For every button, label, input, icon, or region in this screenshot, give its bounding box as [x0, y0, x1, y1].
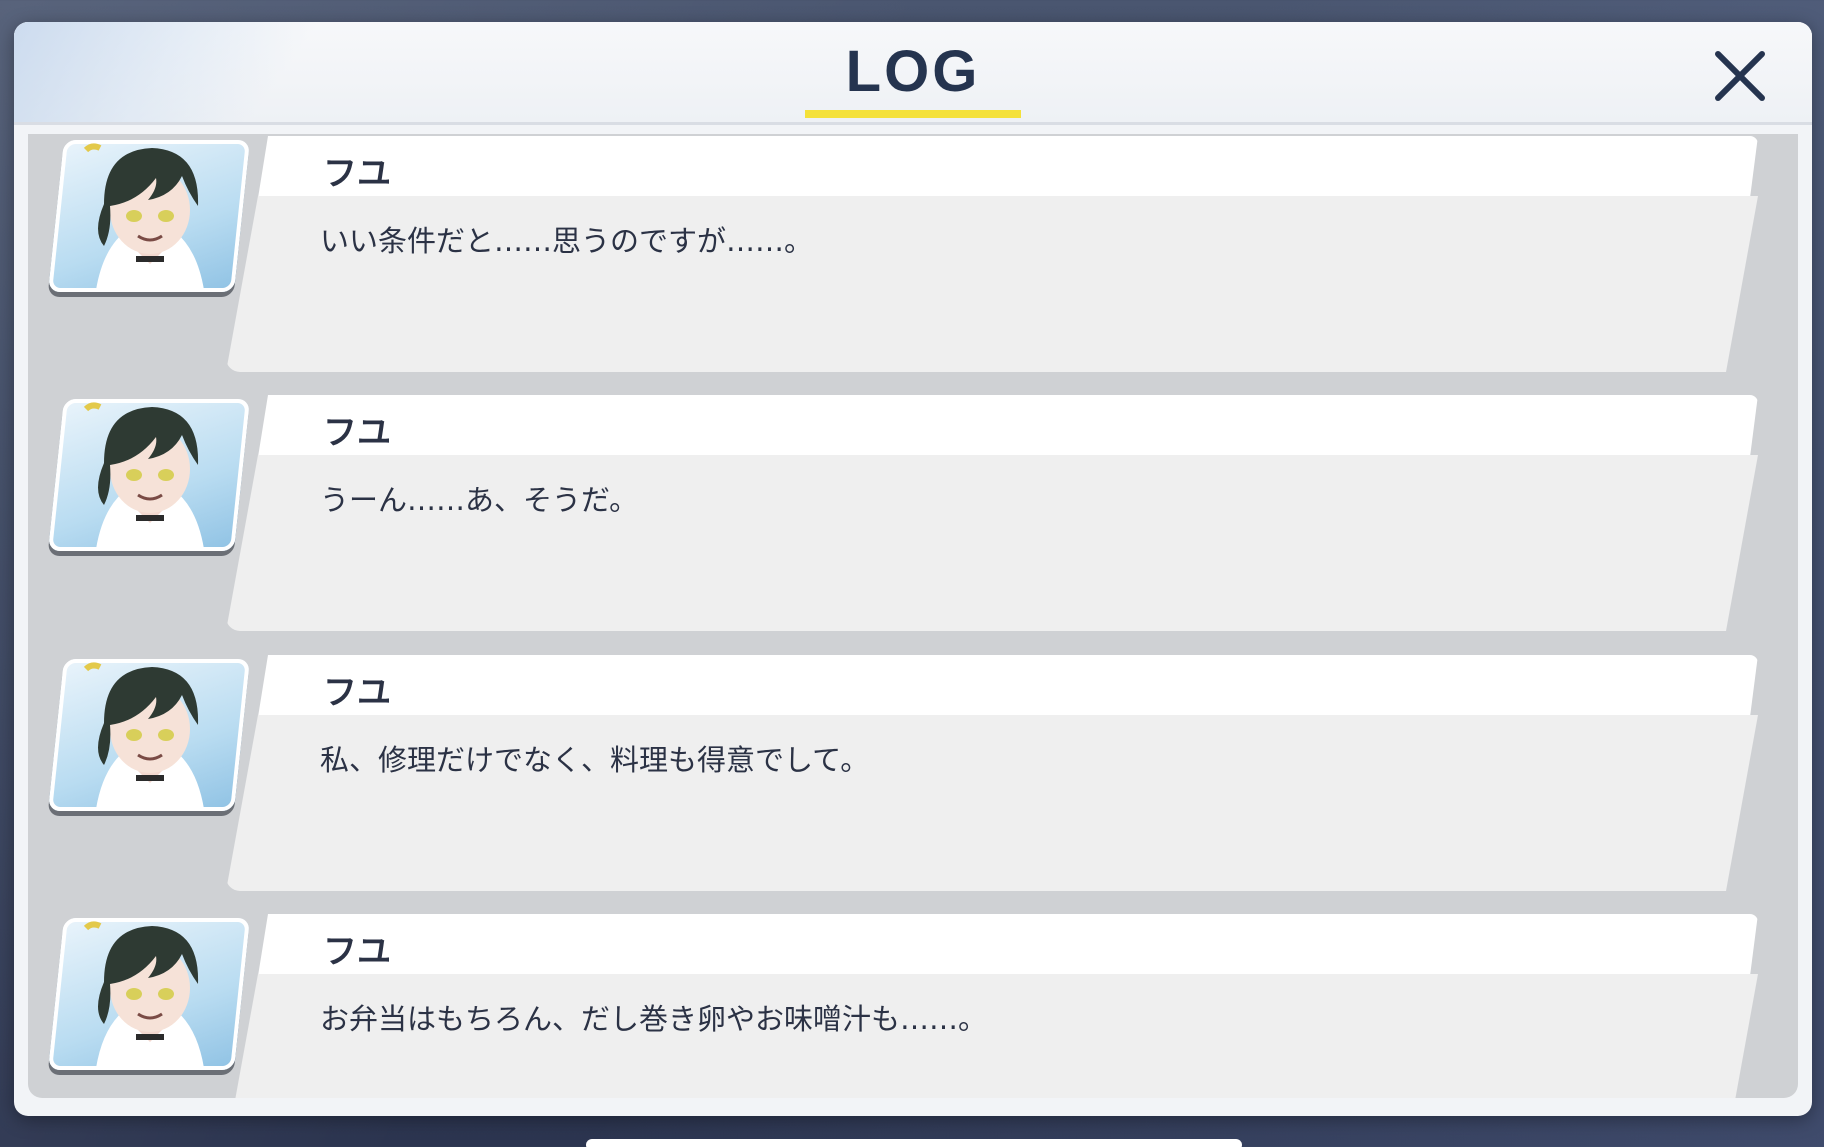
bubble-pointer — [260, 733, 282, 777]
bubble-pointer — [260, 473, 282, 517]
log-list[interactable]: フユ いい条件だと……思うのですが……。 フユ うーん……あ、そうだ。 フユ 私… — [28, 134, 1798, 1098]
log-entry: フユ うーん……あ、そうだ。 — [28, 393, 1798, 633]
speaker-name: フユ — [323, 932, 391, 972]
title-underline — [805, 110, 1021, 118]
speaker-name: フユ — [323, 154, 391, 194]
home-indicator[interactable] — [586, 1139, 1242, 1147]
character-portrait-icon — [83, 662, 204, 809]
avatar[interactable] — [48, 659, 250, 811]
message-text: うーん……あ、そうだ。 — [320, 483, 639, 517]
speaker-name-box — [258, 395, 1758, 457]
character-portrait-icon — [83, 402, 204, 549]
log-entry: フユ いい条件だと……思うのですが……。 — [28, 134, 1798, 374]
speaker-name-box — [258, 914, 1758, 976]
close-icon — [1715, 51, 1765, 101]
dialog-title: LOG — [845, 39, 981, 104]
avatar[interactable] — [48, 399, 250, 551]
log-entry: フユ 私、修理だけでなく、料理も得意でして。 — [28, 653, 1798, 893]
message-text: お弁当はもちろん、だし巻き卵やお味噌汁も……。 — [320, 1002, 988, 1036]
message-text: 私、修理だけでなく、料理も得意でして。 — [320, 743, 870, 777]
dialog-header: LOG — [14, 22, 1812, 125]
character-portrait-icon — [83, 143, 204, 290]
bubble-pointer — [260, 214, 282, 258]
message-text: いい条件だと……思うのですが……。 — [320, 224, 814, 258]
speaker-name-box — [258, 655, 1758, 717]
log-entry: フユ お弁当はもちろん、だし巻き卵やお味噌汁も……。 — [28, 912, 1798, 1098]
speaker-name: フユ — [323, 673, 391, 713]
speaker-name-box — [258, 136, 1758, 198]
bubble-pointer — [260, 992, 282, 1036]
log-dialog: LOG フユ いい条件だと……思うのですが……。 フユ うーん……あ、そうだ。 … — [14, 22, 1812, 1116]
avatar[interactable] — [48, 140, 250, 292]
character-portrait-icon — [83, 921, 204, 1068]
speaker-name: フユ — [323, 413, 391, 453]
avatar[interactable] — [48, 918, 250, 1070]
close-button[interactable] — [1704, 40, 1776, 112]
